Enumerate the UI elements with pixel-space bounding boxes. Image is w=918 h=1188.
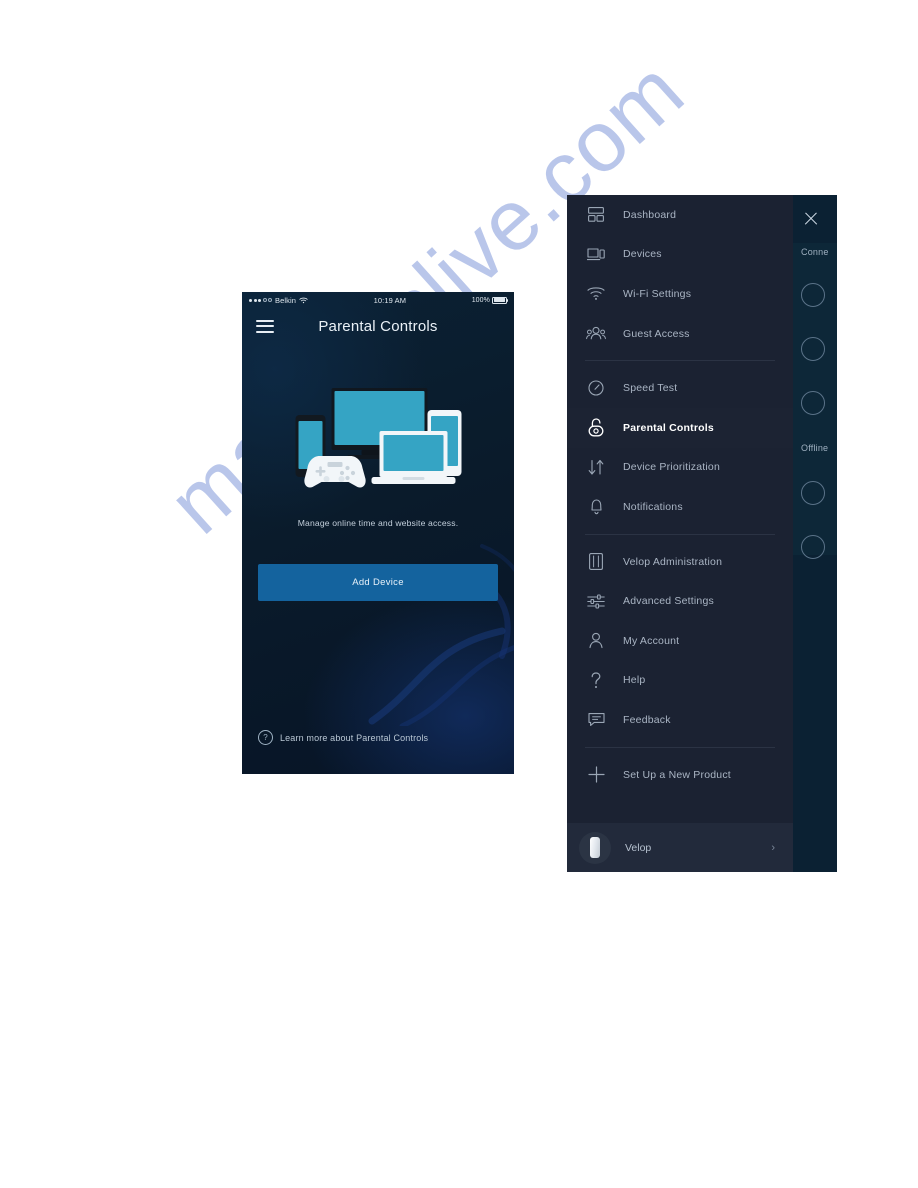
status-bar-time: 10:19 AM: [373, 295, 407, 305]
menu-list: Dashboard Devices Wi-Fi Settings Guest A…: [567, 195, 793, 872]
phone-mockup: Belkin 10:19 AM 100% Parental Controls M…: [242, 292, 514, 774]
menu-item-label: My Account: [623, 634, 680, 647]
side-panel-group-title-connected: Conne: [801, 247, 829, 257]
hamburger-menu-icon[interactable]: [256, 319, 274, 333]
close-x-icon[interactable]: [803, 211, 819, 227]
menu-item-advanced-settings[interactable]: Advanced Settings: [567, 581, 793, 621]
device-circle[interactable]: [801, 535, 825, 559]
menu-item-label: Help: [623, 674, 646, 687]
signal-dots-icon: [249, 298, 272, 302]
up-down-arrows-icon: [585, 456, 607, 478]
connected-devices-illustration: [295, 388, 462, 488]
menu-item-feedback[interactable]: Feedback: [567, 700, 793, 740]
menu-item-label: Advanced Settings: [623, 595, 714, 608]
menu-item-my-account[interactable]: My Account: [567, 621, 793, 661]
menu-item-devices[interactable]: Devices: [567, 235, 793, 275]
velop-node-avatar: [579, 831, 611, 864]
status-bar-right: 100%: [471, 296, 509, 304]
menu-item-label: Velop Administration: [623, 555, 723, 568]
menu-item-label: Device Prioritization: [623, 461, 720, 474]
menu-item-label: Parental Controls: [623, 421, 714, 434]
guest-users-icon: [585, 323, 607, 345]
menu-item-speed-test[interactable]: Speed Test: [567, 368, 793, 408]
menu-item-label: Dashboard: [623, 208, 677, 221]
sliders-icon: [585, 590, 607, 612]
battery-percent: 100%: [471, 296, 490, 304]
wifi-icon: [585, 283, 607, 305]
menu-item-dashboard[interactable]: Dashboard: [567, 195, 793, 235]
velop-device-footer[interactable]: Velop ›: [567, 823, 793, 872]
menu-item-label: Set Up a New Product: [623, 768, 731, 781]
menu-item-label: Feedback: [623, 713, 671, 726]
menu-item-velop-administration[interactable]: Velop Administration: [567, 542, 793, 582]
device-circle[interactable]: [801, 337, 825, 361]
bell-icon: [585, 496, 607, 518]
velop-node-icon: [585, 551, 607, 573]
device-circle[interactable]: [801, 283, 825, 307]
menu-item-parental-controls[interactable]: Parental Controls: [567, 407, 793, 448]
padlock-open-icon: [585, 417, 607, 439]
device-list-side-panel: Conne Offline: [793, 195, 837, 872]
learn-more-label: Learn more about Parental Controls: [280, 732, 429, 743]
menu-item-guest-access[interactable]: Guest Access: [567, 314, 793, 354]
side-panel-group-title-offline: Offline: [801, 443, 829, 453]
status-bar: Belkin 10:19 AM 100%: [242, 292, 514, 308]
chevron-right-icon[interactable]: ›: [771, 842, 775, 854]
device-circle[interactable]: [801, 481, 825, 505]
battery-full-icon: [492, 296, 509, 304]
velop-node-shape: [590, 837, 600, 858]
menu-item-label: Guest Access: [623, 327, 690, 340]
device-circle[interactable]: [801, 391, 825, 415]
menu-item-wifi-settings[interactable]: Wi-Fi Settings: [567, 274, 793, 314]
status-bar-left: Belkin: [249, 296, 308, 305]
question-circle-icon: ?: [258, 730, 273, 745]
menu-item-label: Notifications: [623, 500, 683, 513]
menu-item-label: Wi-Fi Settings: [623, 287, 692, 300]
speedometer-icon: [585, 377, 607, 399]
carrier-name: Belkin: [275, 295, 297, 305]
menu-divider: [585, 746, 775, 748]
menu-item-help[interactable]: Help: [567, 661, 793, 701]
menu-divider: [585, 360, 775, 362]
person-icon: [585, 630, 607, 652]
question-mark-icon: [585, 669, 607, 691]
menu-item-notifications[interactable]: Notifications: [567, 487, 793, 527]
devices-icon: [585, 243, 607, 265]
menu-item-set-up-new-product[interactable]: Set Up a New Product: [567, 755, 793, 795]
speech-bubble-icon: [585, 709, 607, 731]
menu-item-label: Devices: [623, 248, 662, 261]
plus-icon: [585, 764, 607, 786]
app-header: Parental Controls: [242, 308, 514, 344]
dashboard-grid-icon: [585, 204, 607, 226]
add-device-button[interactable]: Add Device: [258, 564, 498, 601]
learn-more-link[interactable]: ? Learn more about Parental Controls: [258, 730, 428, 745]
menu-item-label: Speed Test: [623, 382, 678, 395]
velop-footer-label: Velop: [625, 841, 652, 854]
menu-divider: [585, 533, 775, 535]
menu-item-device-prioritization[interactable]: Device Prioritization: [567, 448, 793, 488]
navigation-drawer: Conne Offline Dashboard Devices Wi-Fi Se…: [567, 195, 837, 872]
wifi-icon: [299, 297, 308, 303]
page-subtitle: Manage online time and website access.: [297, 518, 459, 528]
page-title: Parental Controls: [318, 317, 438, 335]
